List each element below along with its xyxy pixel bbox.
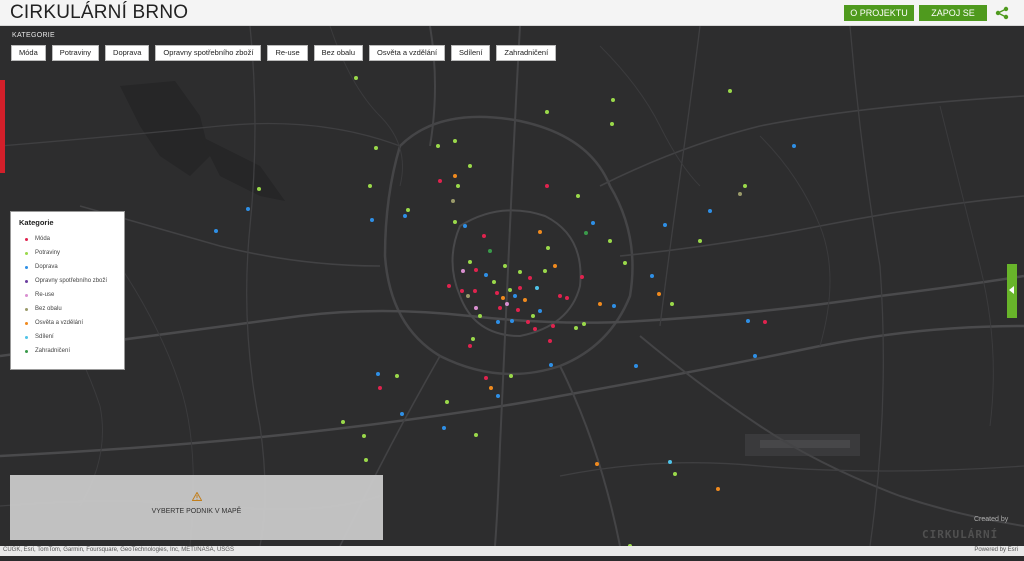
created-by-label: Created by — [974, 516, 1009, 523]
chevron-left-icon — [1009, 286, 1014, 294]
legend-swatch — [25, 336, 28, 339]
legend-swatch — [25, 308, 28, 311]
legend-label: Móda — [35, 236, 51, 242]
legend-label: Zahradničení — [35, 348, 71, 354]
warning-icon — [192, 492, 202, 501]
map-view[interactable] — [0, 26, 1024, 546]
category-filter-bar: Móda Potraviny Doprava Opravny spotřební… — [11, 45, 557, 61]
filter-sdileni-button[interactable]: Sdílení — [451, 45, 491, 61]
selection-indicator-bar — [0, 80, 5, 173]
map-basemap — [0, 26, 1024, 546]
legend-swatch — [25, 266, 28, 269]
share-icon[interactable] — [994, 6, 1010, 20]
filter-bez-obalu-button[interactable]: Bez obalu — [313, 45, 363, 61]
category-filter-label: KATEGORIE — [12, 32, 56, 39]
legend-label: Bez obalu — [35, 306, 62, 312]
app-header: CIRKULÁRNÍ BRNO O PROJEKTU ZAPOJ SE — [0, 0, 1024, 26]
legend-swatch — [25, 280, 28, 283]
legend-swatch — [25, 252, 28, 255]
brand-logo: CIRKULÁRNÍ BRNO — [922, 525, 1018, 559]
legend-label: Re-use — [35, 292, 55, 298]
filter-reuse-button[interactable]: Re-use — [267, 45, 308, 61]
legend-label: Doprava — [35, 264, 58, 270]
legend-swatch — [25, 322, 28, 325]
about-project-button[interactable]: O PROJEKTU — [844, 5, 914, 21]
filter-potraviny-button[interactable]: Potraviny — [51, 45, 100, 61]
legend-label: Opravny spotřebního zboží — [35, 278, 108, 284]
attribution-text[interactable]: CUGK, Esri, TomTom, Garmin, Foursquare, … — [3, 547, 234, 553]
app-title: CIRKULÁRNÍ BRNO — [10, 2, 189, 23]
expand-panel-tab[interactable] — [1007, 264, 1017, 318]
filter-doprava-button[interactable]: Doprava — [105, 45, 150, 61]
legend-title: Kategorie — [19, 218, 54, 227]
map-legend: Kategorie Móda Potraviny Doprava Opravny… — [10, 211, 125, 370]
join-button[interactable]: ZAPOJ SE — [919, 5, 987, 21]
filter-zahradniceni-button[interactable]: Zahradničení — [496, 45, 557, 61]
filter-moda-button[interactable]: Móda — [11, 45, 46, 61]
powered-by-esri[interactable]: Powered by Esri — [974, 547, 1018, 553]
legend-swatch — [25, 350, 28, 353]
legend-swatch — [25, 238, 28, 241]
map-attribution: CUGK, Esri, TomTom, Garmin, Foursquare, … — [0, 546, 1024, 556]
legend-label: Potraviny — [35, 250, 61, 256]
detail-panel: VYBERTE PODNIK V MAPĚ — [10, 475, 383, 540]
legend-label: Sdílení — [35, 334, 54, 340]
filter-osveta-button[interactable]: Osvěta a vzdělání — [369, 45, 446, 61]
legend-swatch — [25, 294, 28, 297]
legend-label: Osvěta a vzdělání — [35, 320, 84, 326]
select-business-message: VYBERTE PODNIK V MAPĚ — [151, 508, 242, 515]
filter-opravny-button[interactable]: Opravny spotřebního zboží — [155, 45, 262, 61]
